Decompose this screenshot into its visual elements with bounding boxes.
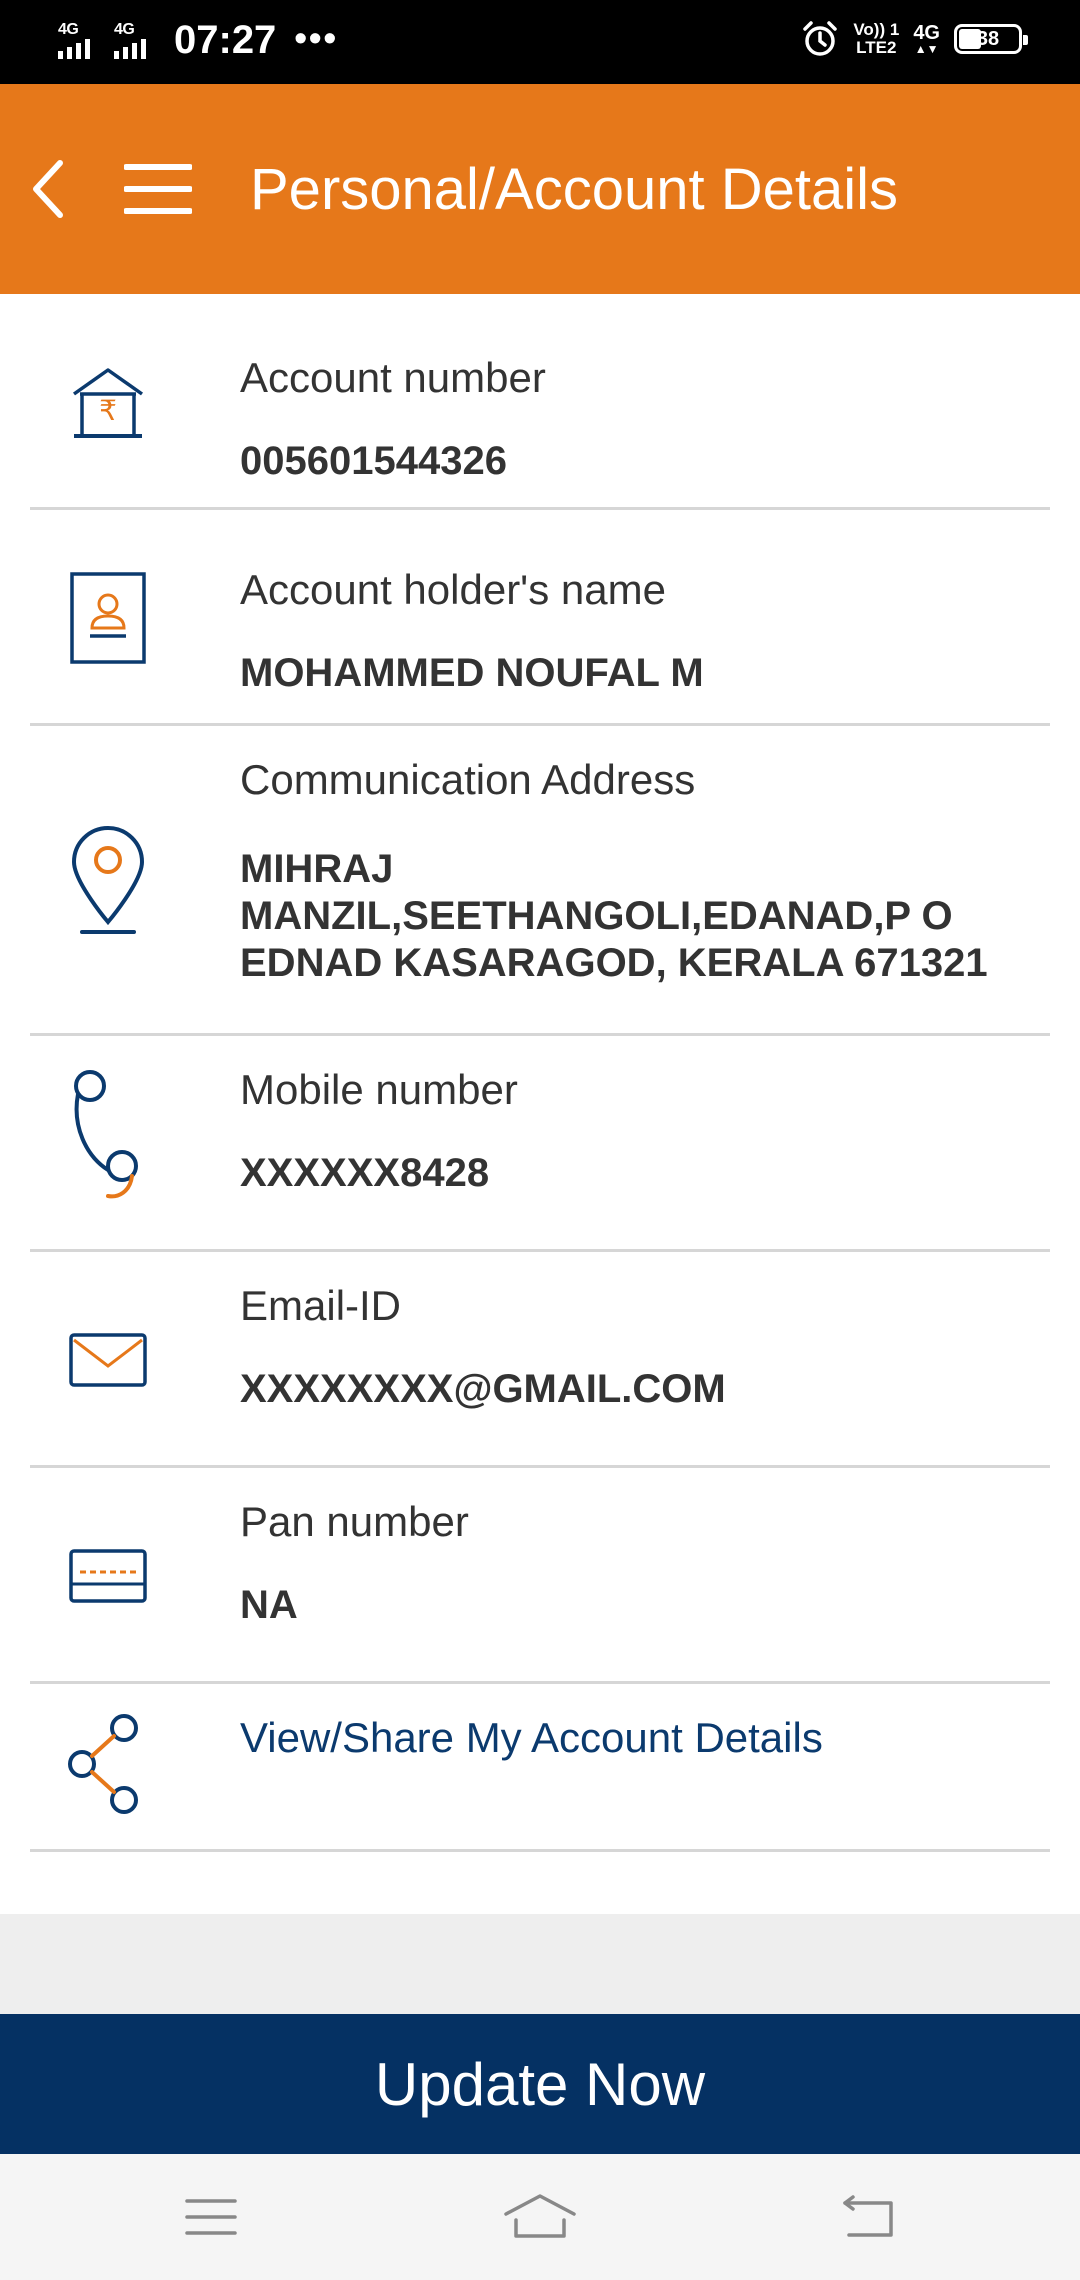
signal-icon-2: 4G <box>114 21 160 61</box>
detail-row-email: Email-ID XXXXXXXX@GMAIL.COM <box>30 1252 1050 1468</box>
detail-row-account-number: ₹ Account number 005601544326 <box>30 294 1050 510</box>
bank-rupee-icon: ₹ <box>50 346 166 462</box>
more-notifications-icon: ••• <box>294 16 339 58</box>
data-indicator: 4G ▲▼ <box>913 22 940 56</box>
location-pin-icon <box>50 822 166 938</box>
home-button[interactable] <box>490 2182 590 2252</box>
user-card-icon <box>50 560 166 676</box>
view-share-link[interactable]: View/Share My Account Details <box>240 1714 823 1762</box>
return-icon <box>843 2195 893 2237</box>
address-line-3: EDNAD KASARAGOD, KERALA 671321 <box>240 941 988 985</box>
view-share-row[interactable]: View/Share My Account Details <box>30 1684 1050 1852</box>
detail-row-holder-name: Account holder's name MOHAMMED NOUFAL M <box>30 510 1050 726</box>
address-value: MIHRAJ MANZIL,SEETHANGOLI,EDANAD,P O EDN… <box>240 846 988 987</box>
address-label: Communication Address <box>240 756 696 803</box>
hamburger-menu-icon <box>124 164 192 214</box>
network-type-2: 4G <box>114 20 135 38</box>
email-label: Email-ID <box>240 1282 402 1329</box>
pan-label: Pan number <box>240 1498 469 1545</box>
share-icon <box>50 1706 166 1822</box>
detail-row-mobile: Mobile number XXXXXX8428 <box>30 1036 1050 1252</box>
signal-icon: 4G <box>58 21 104 61</box>
page-title: Personal/Account Details <box>250 157 898 222</box>
card-icon <box>50 1518 166 1634</box>
detail-row-pan: Pan number NA <box>30 1468 1050 1684</box>
mail-icon <box>50 1302 166 1418</box>
volte-indicator: Vo)) 1 LTE2 <box>853 20 900 57</box>
detail-row-address: Communication Address MIHRAJ MANZIL,SEET… <box>30 726 1050 1036</box>
status-bar: 4G 4G 07:27 ••• Vo)) 1 LTE2 4G ▲▼ 38 <box>0 0 1080 84</box>
alarm-icon <box>803 21 838 56</box>
address-line-1: MIHRAJ <box>240 847 394 891</box>
menu-lines-icon <box>185 2199 237 2235</box>
battery-level: 38 <box>976 28 1000 50</box>
home-icon <box>504 2194 576 2238</box>
holder-name-label: Account holder's name <box>240 566 666 613</box>
network-type-1: 4G <box>58 20 79 38</box>
account-number-label: Account number <box>240 354 546 401</box>
phone-icon <box>50 1070 166 1199</box>
battery-icon: 38 <box>954 24 1028 54</box>
mobile-label: Mobile number <box>240 1066 518 1113</box>
svg-text:₹: ₹ <box>99 394 117 427</box>
recents-button[interactable] <box>161 2182 261 2252</box>
system-nav-bar <box>0 2154 1080 2280</box>
menu-button[interactable] <box>120 144 196 234</box>
back-nav-button[interactable] <box>819 2182 919 2252</box>
clock: 07:27 <box>174 18 277 62</box>
back-button[interactable] <box>18 144 78 234</box>
details-list: ₹ Account number 005601544326 Account ho… <box>0 294 1080 1852</box>
update-now-button[interactable]: Update Now <box>0 2014 1080 2154</box>
account-number-value: 005601544326 <box>240 439 507 483</box>
spacer-area <box>0 1914 1080 2014</box>
pan-value: NA <box>240 1583 298 1627</box>
holder-name-value: MOHAMMED NOUFAL M <box>240 651 704 695</box>
email-value: XXXXXXXX@GMAIL.COM <box>240 1367 726 1411</box>
mobile-value: XXXXXX8428 <box>240 1151 490 1195</box>
app-bar: Personal/Account Details <box>0 84 1080 294</box>
address-line-2: MANZIL,SEETHANGOLI,EDANAD,P O <box>240 894 953 938</box>
chevron-left-icon <box>33 160 63 218</box>
